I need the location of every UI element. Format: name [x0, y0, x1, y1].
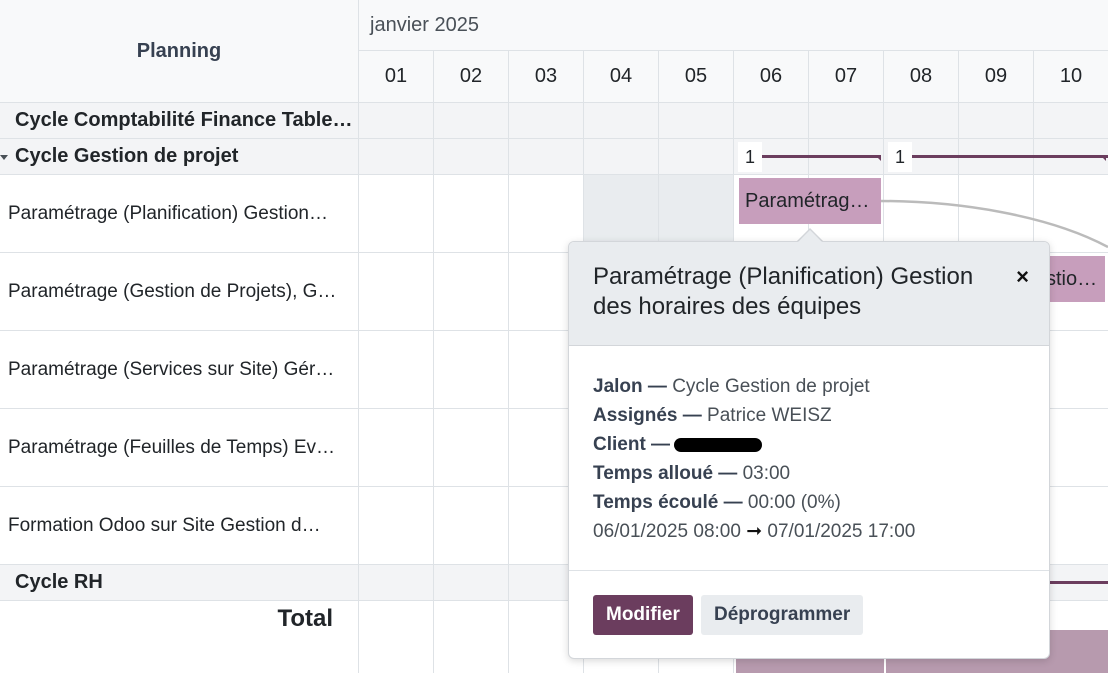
- client-label: Client —: [593, 434, 671, 455]
- task-row[interactable]: Paramétrage (Gestion de Projets), G…: [0, 253, 359, 331]
- popover-title: Paramétrage (Planification) Gestion des …: [593, 263, 974, 320]
- task-bar[interactable]: Paramétrag…: [739, 178, 881, 224]
- task-popover: Paramétrage (Planification) Gestion des …: [568, 241, 1050, 659]
- milestone-label: Jalon —: [593, 376, 667, 397]
- day-header: 10: [1034, 51, 1108, 103]
- milestone-value: Cycle Gestion de projet: [672, 376, 870, 397]
- elapsed-label: Temps écoulé —: [593, 492, 743, 513]
- task-bar-label: Paramétrag…: [745, 189, 870, 212]
- pill-line: [762, 155, 881, 158]
- redacted-client: [674, 437, 763, 452]
- task-label: Formation Odoo sur Site Gestion d…: [8, 514, 321, 536]
- task-label: Paramétrage (Feuilles de Temps) Ev…: [8, 436, 335, 458]
- allocated-value: 03:00: [742, 463, 791, 484]
- pill-count[interactable]: 1: [888, 142, 912, 172]
- modify-button[interactable]: Modifier: [593, 595, 693, 635]
- day-header: 01: [359, 51, 434, 103]
- popover-body: Jalon — Cycle Gestion de projet Assignés…: [593, 372, 915, 546]
- date-end: 07/01/2025 17:00: [767, 521, 916, 542]
- grid-line: [359, 174, 1108, 175]
- date-range: 06/01/2025 08:00 ➞ 07/01/2025 17:00: [593, 517, 915, 546]
- close-icon[interactable]: ×: [1016, 264, 1029, 290]
- milestone-line: Jalon — Cycle Gestion de projet: [593, 372, 915, 401]
- pill-count[interactable]: 1: [738, 142, 762, 172]
- date-start: 06/01/2025 08:00: [593, 521, 741, 542]
- popover-divider: [569, 570, 1049, 571]
- total-label: Total: [0, 601, 359, 673]
- group-row-project[interactable]: Cycle Gestion de projet: [0, 139, 359, 175]
- day-header: 02: [434, 51, 509, 103]
- day-header: 06: [734, 51, 809, 103]
- grid-line: [359, 138, 1108, 139]
- task-label: Paramétrage (Gestion de Projets), G…: [8, 280, 337, 302]
- pill-end: [1100, 155, 1106, 161]
- elapsed-value: 00:00 (0%): [747, 492, 841, 513]
- day-header: 04: [584, 51, 659, 103]
- allocated-line: Temps alloué — 03:00: [593, 459, 915, 488]
- caret-down-icon[interactable]: [0, 155, 8, 160]
- allocated-label: Temps alloué —: [593, 463, 738, 484]
- day-header: 09: [959, 51, 1034, 103]
- day-header: 05: [659, 51, 734, 103]
- group-label: Cycle Comptabilité Finance Table…: [15, 109, 353, 131]
- group-row-finance[interactable]: Cycle Comptabilité Finance Table…: [0, 103, 359, 139]
- arrow-right-icon: ➞: [746, 521, 763, 542]
- group-label: Cycle Gestion de projet: [15, 145, 239, 167]
- pill-end: [875, 155, 881, 161]
- task-row[interactable]: Paramétrage (Feuilles de Temps) Ev…: [0, 409, 359, 487]
- assignees-line: Assignés — Patrice WEISZ: [593, 401, 915, 430]
- client-line: Client —: [593, 430, 915, 459]
- month-label: janvier 2025: [359, 0, 1108, 51]
- popover-header: Paramétrage (Planification) Gestion des …: [569, 242, 1049, 346]
- elapsed-line: Temps écoulé — 00:00 (0%): [593, 488, 915, 517]
- assignees-label: Assignés —: [593, 405, 702, 426]
- group-row-rh[interactable]: Cycle RH: [0, 565, 359, 601]
- task-row[interactable]: Paramétrage (Services sur Site) Gér…: [0, 331, 359, 409]
- pill-line: [912, 155, 1108, 158]
- grid-line: [508, 103, 509, 673]
- unschedule-button[interactable]: Déprogrammer: [701, 595, 864, 635]
- planning-header: Planning: [0, 0, 359, 103]
- grid-line: [433, 103, 434, 673]
- task-label: Paramétrage (Planification) Gestion…: [8, 202, 328, 224]
- group-label: Cycle RH: [15, 571, 103, 593]
- pill-line: [1050, 581, 1108, 584]
- day-header: 08: [884, 51, 959, 103]
- task-label: Paramétrage (Services sur Site) Gér…: [8, 358, 335, 380]
- popover-arrow: [798, 230, 822, 242]
- day-header: 03: [509, 51, 584, 103]
- task-row[interactable]: Formation Odoo sur Site Gestion d…: [0, 487, 359, 565]
- assignees-value: Patrice WEISZ: [707, 405, 832, 426]
- day-header: 07: [809, 51, 884, 103]
- task-row[interactable]: Paramétrage (Planification) Gestion…: [0, 175, 359, 253]
- task-bar-label: stio…: [1046, 267, 1098, 290]
